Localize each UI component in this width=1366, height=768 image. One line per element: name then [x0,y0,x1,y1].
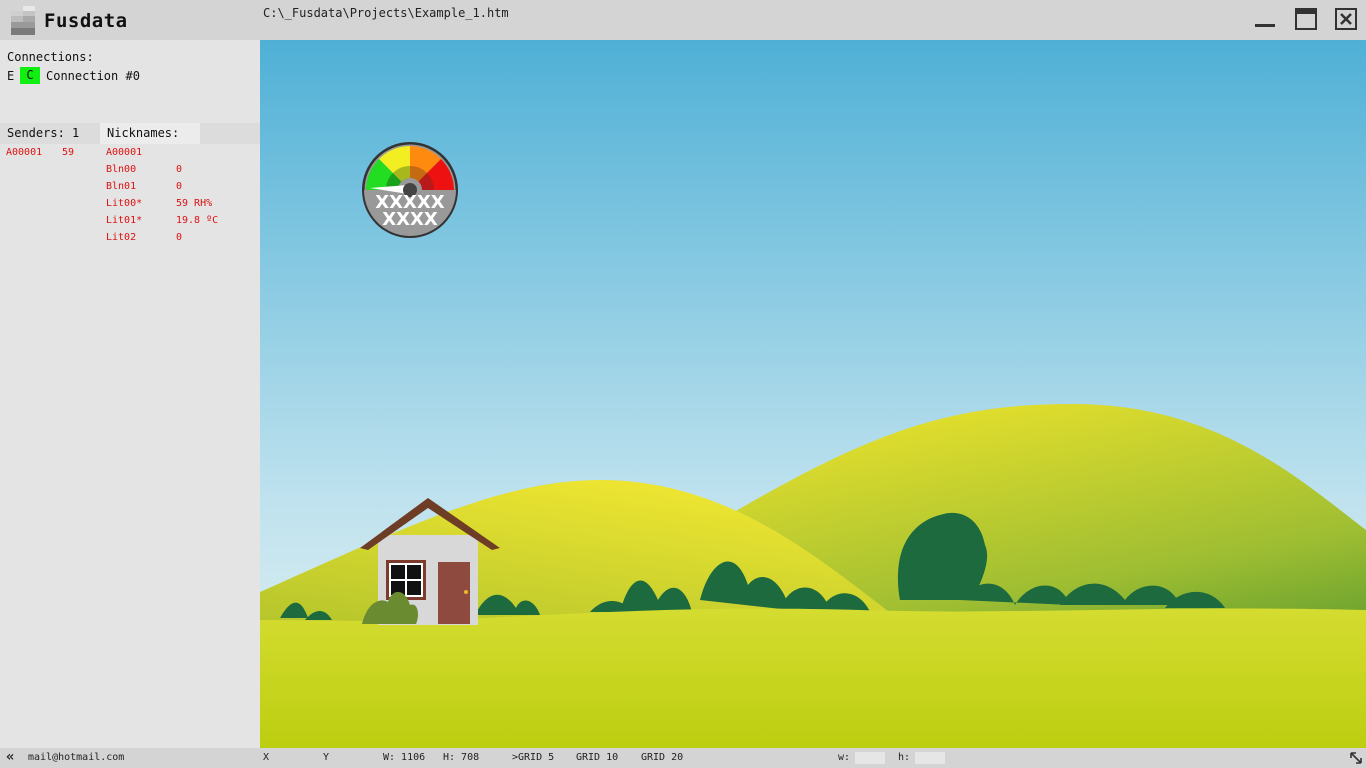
nickname-name: Lit00* [106,198,143,209]
fusdata-logo-icon [11,6,35,35]
nickname-value: 19.8 ºC [176,215,219,226]
grid-10-button[interactable]: GRID 10 [576,752,618,763]
nickname-row[interactable]: Bln00 0 [106,164,218,181]
nickname-name: Lit01* [106,215,143,226]
foreground-grass [260,608,1366,748]
gauge-widget[interactable]: XXXXX XXXX [360,140,460,240]
cursor-x-label: X [263,752,270,763]
grid-20-button[interactable]: GRID 20 [641,752,683,763]
design-canvas[interactable]: XXXXX XXXX [260,40,1366,748]
nickname-name: Bln00 [106,164,137,175]
file-path: C:\_Fusdata\Projects\Example_1.htm [263,6,509,20]
maximize-icon [1295,8,1317,30]
tab-senders[interactable]: Senders: 1 [0,123,100,144]
sidebar: Connections: E C Connection #0 Senders: … [0,40,260,748]
nickname-name: A00001 [106,147,143,158]
close-icon [1335,8,1357,30]
close-button[interactable] [1334,7,1358,31]
width-field-label: w: [838,752,851,763]
status-bar: « mail@hotmail.com X Y W: 1106 H: 708 >G… [0,748,1366,768]
sender-value: 59 [62,147,75,158]
nickname-value: 0 [176,164,183,175]
height-field-label: h: [898,752,911,763]
resize-diagonal-icon[interactable] [1349,751,1363,765]
grid-5-button[interactable]: >GRID 5 [512,752,554,763]
connections-title: Connections: [7,50,94,64]
height-input[interactable] [915,752,945,764]
nickname-row[interactable]: Bln01 0 [106,181,218,198]
sender-id: A00001 [6,147,43,158]
nickname-name: Lit02 [106,232,137,243]
nickname-row[interactable]: Lit01* 19.8 ºC [106,215,218,232]
minimize-button[interactable] [1253,7,1277,31]
cursor-y-label: Y [323,752,330,763]
nickname-list: A00001 Bln00 0 Bln01 0 Lit00* 59 RH% Lit… [106,147,218,249]
gauge-label-line2: XXXX [382,209,438,230]
nickname-value: 59 RH% [176,198,213,209]
sender-list: A00001 59 [6,147,74,164]
nickname-value: 0 [176,181,183,192]
connection-e-label[interactable]: E [7,69,20,83]
connection-status-badge[interactable]: C [20,67,40,84]
nickname-row[interactable]: Lit00* 59 RH% [106,198,218,215]
nickname-value: 0 [176,232,183,243]
canvas-height-label: H: 708 [443,752,480,763]
connection-name[interactable]: Connection #0 [46,69,140,83]
app-title: Fusdata [44,10,128,32]
nickname-name: Bln01 [106,181,137,192]
canvas-width-label: W: 1106 [383,752,426,763]
title-bar: Fusdata C:\_Fusdata\Projects\Example_1.h… [0,0,1366,40]
collapse-sidebar-button[interactable]: « [6,749,14,765]
nickname-row[interactable]: Lit02 0 [106,232,218,249]
minimize-icon [1255,24,1275,27]
connection-item[interactable]: E C Connection #0 [7,67,140,84]
tab-nicknames[interactable]: Nicknames: [100,123,200,144]
user-email: mail@hotmail.com [28,752,125,763]
tab-bar: Senders: 1 Nicknames: [0,123,260,144]
sender-row[interactable]: A00001 59 [6,147,74,164]
width-input[interactable] [855,752,885,764]
maximize-button[interactable] [1294,7,1318,31]
tab-bar-filler [200,123,260,144]
nickname-row[interactable]: A00001 [106,147,218,164]
double-chevron-left-icon: « [6,749,15,765]
